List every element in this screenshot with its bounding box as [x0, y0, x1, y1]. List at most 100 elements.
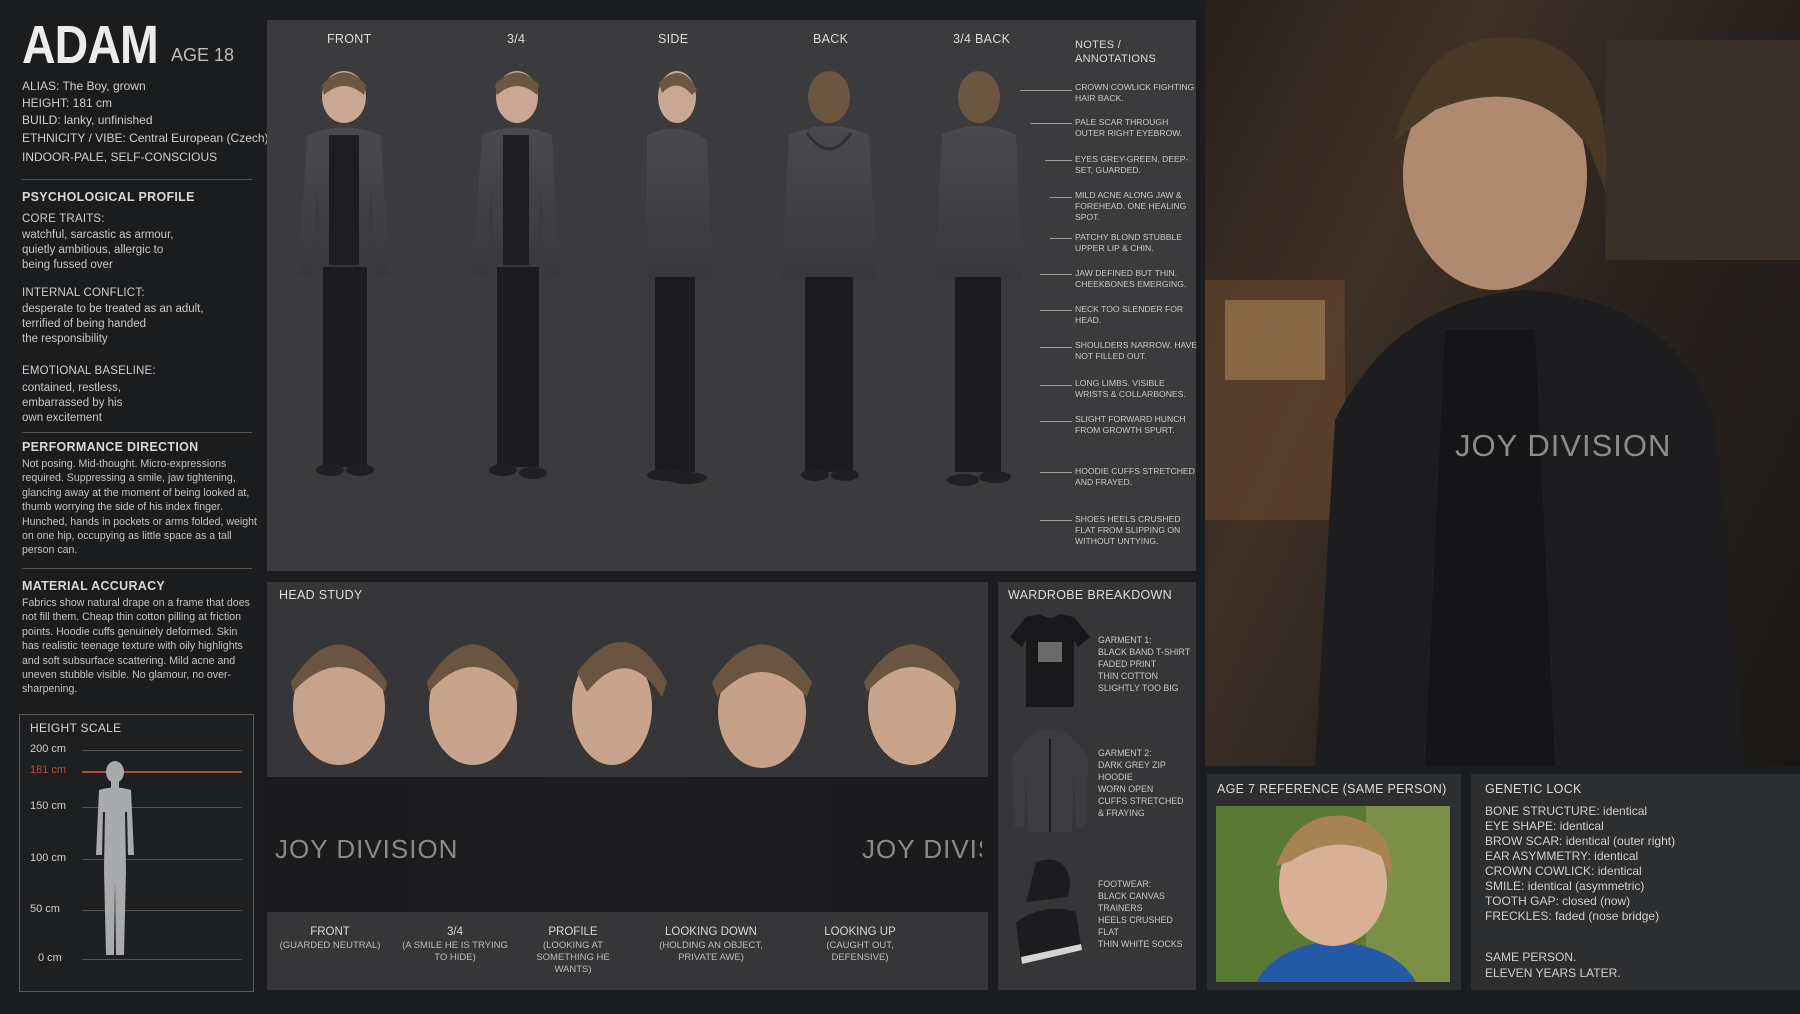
sneakers-icon [1016, 859, 1082, 964]
material-text: Fabrics show natural drape on a frame th… [22, 597, 250, 696]
height-tick-label: 0 cm [38, 952, 62, 964]
divider [22, 179, 252, 180]
head-study-portraits [267, 641, 988, 912]
emotional-baseline-title: EMOTIONAL BASELINE: [22, 365, 156, 377]
view-label-back: BACK [813, 32, 849, 46]
figure-back [781, 71, 877, 481]
shirt-print-up: JOY DIVISION [862, 834, 982, 864]
genetic-lock-line: CROWN COWLICK: identical [1485, 864, 1642, 878]
character-profile-column: ADAM AGE 18 ALIAS: The Boy, grown HEIGHT… [0, 0, 269, 1014]
caption-looking-down-sub: (HOLDING AN OBJECT, PRIVATE AWE) [659, 940, 763, 963]
annotation-leader [1040, 385, 1072, 386]
psych-title: PSYCHOLOGICAL PROFILE [22, 190, 195, 204]
height-gridline [82, 750, 242, 751]
genetic-lock-line: BONE STRUCTURE: identical [1485, 804, 1648, 818]
genetic-lock-line: BROW SCAR: identical (outer right) [1485, 834, 1676, 848]
id-line: ETHNICITY / VIBE: Central European (Czec… [22, 131, 269, 145]
wardrobe-title: WARDROBE BREAKDOWN [1008, 588, 1172, 602]
height-scale-panel: HEIGHT SCALE 200 cm 181 cm 150 cm 100 cm… [19, 714, 254, 992]
view-label-three-quarter-back: 3/4 BACK [953, 32, 1011, 46]
child-photo [1216, 806, 1450, 982]
core-traits-title: CORE TRAITS: [22, 213, 105, 225]
head-looking-up [837, 644, 988, 912]
view-label-front: FRONT [327, 32, 372, 46]
annotation-note: MILD ACNE ALONG JAW & FOREHEAD. ONE HEAL… [1075, 190, 1187, 222]
annotation-leader [1040, 421, 1072, 422]
age7-title: AGE 7 REFERENCE (SAME PERSON) [1217, 782, 1447, 796]
view-label-side: SIDE [658, 32, 689, 46]
caption-looking-up-sub: (CAUGHT OUT, DEFENSIVE) [826, 940, 894, 963]
head-front [267, 644, 407, 912]
annotation-note: JAW DEFINED BUT THIN. CHEEKBONES EMERGIN… [1075, 268, 1187, 289]
caption-profile: PROFILE [548, 926, 598, 938]
annotation-note: HOODIE CUFFS STRETCHED AND FRAYED. [1075, 466, 1195, 487]
internal-conflict-title: INTERNAL CONFLICT: [22, 287, 145, 299]
annotation-note: SHOES HEELS CRUSHED FLAT FROM SLIPPING O… [1075, 514, 1181, 546]
genetic-lock-line: TOOTH GAP: closed (now) [1485, 894, 1631, 908]
notes-title: NOTES / ANNOTATIONS [1075, 39, 1157, 65]
id-line: HEIGHT: 181 cm [22, 96, 113, 110]
annotation-note: CROWN COWLICK FIGHTING HAIR BACK. [1075, 82, 1195, 103]
divider [22, 568, 252, 569]
turnaround-panel: FRONT 3/4 SIDE BACK 3/4 BACK NOTES / ANN… [267, 20, 1196, 571]
annotation-note: EYES GREY-GREEN, DEEP-SET, GUARDED. [1075, 154, 1189, 175]
caption-looking-up: LOOKING UP [824, 926, 896, 938]
internal-conflict-text: desperate to be treated as an adult, ter… [22, 303, 204, 345]
id-line: INDOOR-PALE, SELF-CONSCIOUS [22, 150, 218, 164]
head-looking-down [687, 644, 837, 912]
annotation-leader [1050, 197, 1072, 198]
caption-looking-down: LOOKING DOWN [664, 926, 757, 938]
caption-three-quarter: 3/4 [447, 926, 463, 938]
portrait-shirt-print: JOY DIVISION [1455, 428, 1672, 463]
emotional-baseline-text: contained, restless, embarrassed by his … [22, 382, 123, 424]
annotation-leader [1040, 274, 1072, 275]
view-label-three-quarter: 3/4 [507, 32, 526, 46]
figure-side [647, 71, 712, 484]
turnaround-figures [299, 71, 1022, 486]
genetic-lock-closing: SAME PERSON. ELEVEN YEARS LATER. [1485, 950, 1621, 980]
caption-front: FRONT [310, 926, 350, 938]
portrait-illustration [1205, 37, 1800, 766]
annotation-note: PATCHY BLOND STUBBLE UPPER LIP & CHIN. [1075, 232, 1182, 253]
character-name: ADAM [22, 15, 159, 75]
id-line: ALIAS: The Boy, grown [22, 79, 146, 93]
head-study-title: HEAD STUDY [279, 588, 363, 602]
annotation-leader [1030, 123, 1072, 124]
head-profile [547, 641, 687, 912]
genetic-lock-panel: GENETIC LOCK BONE STRUCTURE: identical E… [1471, 774, 1800, 990]
human-silhouette-icon [96, 761, 134, 955]
height-tick-label: 100 cm [30, 852, 67, 864]
material-title: MATERIAL ACCURACY [22, 579, 166, 593]
divider [22, 432, 252, 433]
wardrobe-item-hoodie: GARMENT 2: DARK GREY ZIP HOODIE WORN OPE… [1098, 748, 1184, 818]
wardrobe-item-tshirt: GARMENT 1: BLACK BAND T-SHIRT FADED PRIN… [1098, 635, 1191, 693]
age7-reference-panel: AGE 7 REFERENCE (SAME PERSON) [1207, 774, 1461, 990]
tshirt-icon [1010, 614, 1090, 707]
core-traits-text: watchful, sarcastic as armour, quietly a… [22, 229, 174, 271]
wardrobe-item-footwear: FOOTWEAR: BLACK CANVAS TRAINERS HEELS CR… [1098, 879, 1183, 949]
annotation-leader [1040, 472, 1072, 473]
genetic-lock-line: EAR ASYMMETRY: identical [1485, 849, 1639, 863]
hoodie-icon [1012, 729, 1088, 832]
height-scale-title: HEIGHT SCALE [30, 721, 122, 735]
annotation-leader [1050, 238, 1072, 239]
genetic-lock-title: GENETIC LOCK [1485, 782, 1582, 796]
wardrobe-panel: WARDROBE BREAKDOWN GARMENT 1: BLACK BAND… [998, 582, 1196, 990]
annotation-leader [1020, 90, 1072, 91]
caption-three-quarter-sub: (A SMILE HE IS TRYING TO HIDE) [402, 940, 508, 963]
portrait-photo: JOY DIVISION [1205, 0, 1800, 766]
head-study-panel: HEAD STUDY JOY DIVISION JOY DIVISIO [267, 582, 988, 990]
annotation-leader [1040, 347, 1072, 348]
annotation-leader [1040, 520, 1072, 521]
annotation-note: SHOULDERS NARROW. HAVE NOT FILLED OUT. [1075, 340, 1198, 361]
figure-three-quarter [473, 71, 559, 479]
caption-front-sub: (GUARDED NEUTRAL) [279, 940, 381, 951]
figure-front [299, 71, 389, 476]
figure-three-quarter-back [935, 71, 1022, 486]
genetic-lock-line: EYE SHAPE: identical [1485, 819, 1604, 833]
annotation-leader [1045, 160, 1072, 161]
height-tick-label: 200 cm [30, 743, 67, 755]
annotation-leader [1040, 310, 1072, 311]
character-age: AGE 18 [171, 45, 235, 65]
height-tick-label: 50 cm [30, 903, 60, 915]
